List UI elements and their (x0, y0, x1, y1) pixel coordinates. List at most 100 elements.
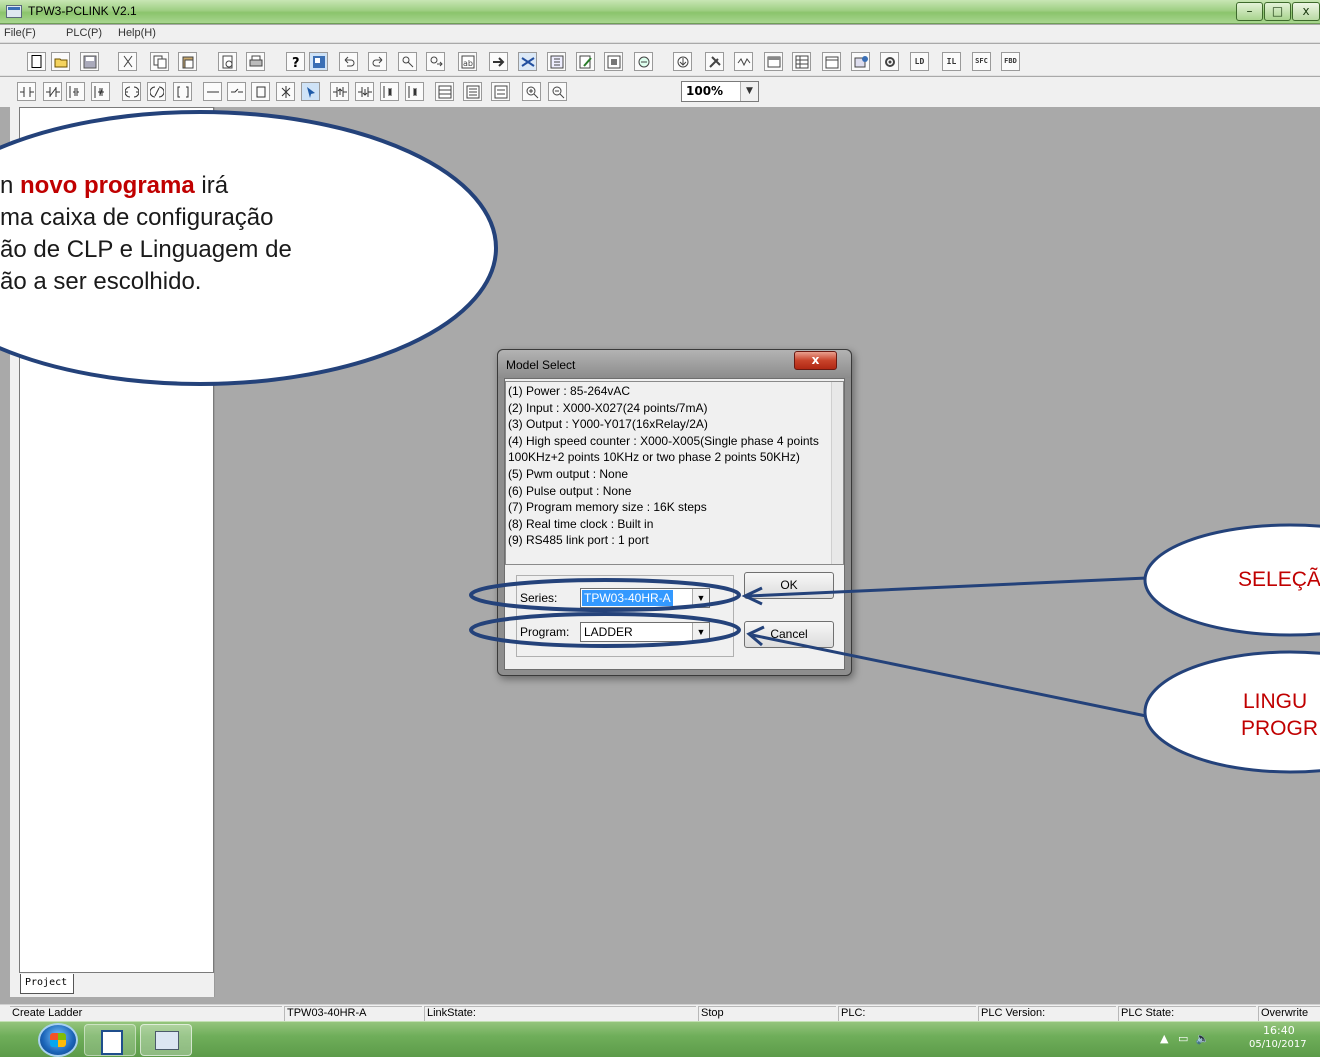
zoom-out-icon[interactable] (548, 82, 567, 101)
print-icon[interactable] (246, 52, 265, 71)
replace-icon[interactable] (426, 52, 445, 71)
info-scrollbar[interactable] (831, 382, 843, 564)
start-button[interactable] (38, 1023, 78, 1057)
plc-info-icon[interactable] (851, 52, 870, 71)
function-icon[interactable] (173, 82, 192, 101)
comment-icon[interactable]: ab (458, 52, 477, 71)
coil-not-icon[interactable] (147, 82, 166, 101)
menu-plc[interactable]: PLC(P) (66, 27, 102, 39)
dialog-close-button[interactable]: x (794, 351, 837, 370)
info-line: (9) RS485 link port : 1 port (508, 533, 649, 548)
falling-edge-icon[interactable] (355, 82, 374, 101)
model-info-text[interactable]: (1) Power : 85-264vAC (2) Input : X000-X… (505, 381, 844, 565)
contact-no-icon[interactable] (17, 82, 36, 101)
parallel-falling-icon[interactable] (405, 82, 424, 101)
chevron-down-icon[interactable]: ▼ (692, 623, 709, 641)
parallel-rising-icon[interactable] (380, 82, 399, 101)
monitor-icon[interactable] (309, 52, 328, 71)
wave-icon[interactable] (734, 52, 753, 71)
insert-column-icon[interactable] (491, 82, 510, 101)
il-button[interactable]: IL (942, 52, 961, 71)
horizontal-line-icon[interactable] (203, 82, 222, 101)
close-button[interactable]: x (1292, 2, 1320, 21)
print-preview-icon[interactable] (218, 52, 237, 71)
series-callout-text: SELEÇÃ (1238, 568, 1320, 591)
settings-icon[interactable] (880, 52, 899, 71)
paste-icon[interactable] (178, 52, 197, 71)
chevron-down-icon[interactable]: ▼ (740, 82, 758, 101)
fbd-button[interactable]: FBD (1001, 52, 1020, 71)
status-plc-state: PLC State: (1118, 1006, 1256, 1021)
chevron-down-icon[interactable]: ▼ (692, 589, 709, 607)
transfer-icon[interactable] (634, 52, 653, 71)
vertical-line-icon[interactable] (251, 82, 270, 101)
contact-nc-icon[interactable] (43, 82, 62, 101)
table-icon[interactable] (792, 52, 811, 71)
menu-help[interactable]: Help(H) (118, 27, 156, 39)
invert-line-icon[interactable] (227, 82, 246, 101)
ld-button[interactable]: LD (910, 52, 929, 71)
dialog-title-bar: Model Select x (498, 350, 851, 378)
open-file-icon[interactable] (51, 52, 70, 71)
download-icon[interactable] (673, 52, 692, 71)
status-action: Create Ladder (10, 1006, 282, 1021)
new-file-icon[interactable] (27, 52, 46, 71)
select-cursor-icon[interactable] (301, 82, 320, 101)
main-toolbar: ? ab LD IL SFC FBD (0, 44, 1320, 76)
device-list-icon[interactable] (547, 52, 566, 71)
dialog-body: (1) Power : 85-264vAC (2) Input : X000-X… (504, 378, 845, 670)
sfc-button[interactable]: SFC (972, 52, 991, 71)
calendar-icon[interactable] (822, 52, 841, 71)
chevron-up-icon[interactable]: ▲ (1160, 1032, 1168, 1045)
series-select[interactable]: TPW03-40HR-A ▼ (580, 588, 710, 608)
tab-project[interactable]: Project (20, 974, 74, 994)
zoom-in-icon[interactable] (522, 82, 541, 101)
language-callout-line1: LINGU (1243, 690, 1308, 713)
ok-button[interactable]: OK (744, 572, 834, 599)
parallel-no-icon[interactable] (66, 82, 85, 101)
edit-comment-icon[interactable] (576, 52, 595, 71)
copy-icon[interactable] (150, 52, 169, 71)
window-title: TPW3-PCLINK V2.1 (28, 4, 137, 18)
callout-highlight: novo programa (20, 172, 195, 199)
undo-icon[interactable] (339, 52, 358, 71)
compile-icon[interactable] (518, 52, 537, 71)
tray-icons[interactable]: ▲ ▭ 🔈 (1160, 1032, 1210, 1045)
clock-date[interactable]: 05/10/2017 (1249, 1039, 1307, 1050)
cut-icon[interactable] (118, 52, 137, 71)
delete-row-icon[interactable] (463, 82, 482, 101)
memory-icon[interactable] (604, 52, 623, 71)
zoom-select[interactable]: 100% ▼ (681, 81, 759, 102)
save-icon[interactable] (80, 52, 99, 71)
coil-icon[interactable] (122, 82, 141, 101)
help-icon[interactable]: ? (286, 52, 305, 71)
volume-icon[interactable]: 🔈 (1196, 1032, 1210, 1045)
minimize-button[interactable]: – (1236, 2, 1263, 21)
tools-icon[interactable] (705, 52, 724, 71)
status-model: TPW03-40HR-A (284, 1006, 422, 1021)
info-line: (4) High speed counter : X000-X005(Singl… (508, 433, 819, 465)
callout-text: n novo programa irá ma caixa de configur… (0, 170, 480, 298)
network-icon[interactable]: ▭ (1178, 1032, 1188, 1045)
redo-icon[interactable] (368, 52, 387, 71)
cancel-button[interactable]: Cancel (744, 621, 834, 648)
delete-line-icon[interactable] (276, 82, 295, 101)
language-callout-line2: PROGR (1241, 717, 1319, 740)
window-icon[interactable] (764, 52, 783, 71)
menu-file[interactable]: File(F) (4, 27, 36, 39)
taskbar-explorer-button[interactable] (84, 1024, 136, 1056)
program-select[interactable]: LADDER ▼ (580, 622, 710, 642)
status-bar: Create Ladder TPW03-40HR-A LinkState: St… (0, 1004, 1320, 1021)
goto-icon[interactable] (489, 52, 508, 71)
svg-text:?: ? (292, 56, 300, 69)
parallel-nc-icon[interactable] (91, 82, 110, 101)
maximize-button[interactable]: □ (1264, 2, 1291, 21)
find-icon[interactable] (398, 52, 417, 71)
taskbar-app-button[interactable] (140, 1024, 192, 1056)
clock-time[interactable]: 16:40 (1263, 1024, 1295, 1037)
insert-row-icon[interactable] (435, 82, 454, 101)
info-line: (8) Real time clock : Built in (508, 516, 654, 531)
rising-edge-icon[interactable] (330, 82, 349, 101)
system-tray: ▲ ▭ 🔈 16:40 05/10/2017 (1160, 1022, 1320, 1057)
info-line: (6) Pulse output : None (508, 483, 632, 498)
